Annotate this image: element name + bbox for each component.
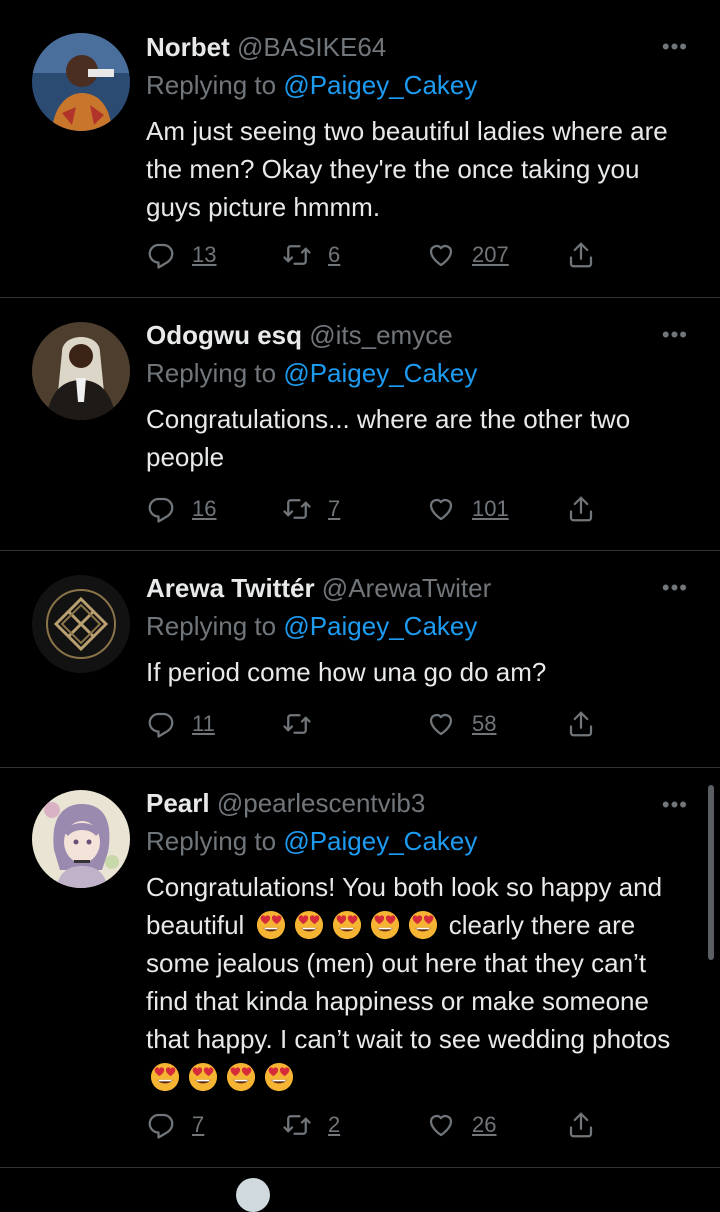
replying-to: Replying to @Paigey_Cakey [146, 609, 690, 643]
like-count: 207 [472, 242, 509, 267]
tweet-actions: 11 58 [146, 709, 606, 743]
heart-eyes-emoji-icon [370, 910, 400, 940]
tweet-3[interactable]: Arewa Twittér @ArewaTwiter Replying to @… [0, 551, 720, 767]
retweet-icon [282, 709, 312, 739]
username[interactable]: @ArewaTwiter [322, 573, 491, 603]
display-name[interactable]: Norbet [146, 32, 230, 62]
like-count: 26 [472, 1112, 497, 1137]
heart-icon [426, 709, 456, 739]
more-options-icon[interactable]: ••• [662, 322, 688, 348]
like-count: 101 [472, 496, 509, 521]
heart-icon [426, 240, 456, 270]
heart-eyes-emoji-icon [188, 1062, 218, 1092]
share-icon [566, 494, 596, 524]
tweet-actions: 13 6 207 [146, 240, 606, 274]
tweet-actions: 7 2 26 [146, 1110, 606, 1144]
like-button[interactable]: 26 [426, 1110, 496, 1140]
tweet-4[interactable]: Pearl @pearlescentvib3 Replying to @Paig… [0, 768, 720, 1168]
retweet-button[interactable]: 6 [282, 240, 340, 270]
reply-button[interactable]: 13 [146, 240, 216, 270]
heart-eyes-emoji-icon [226, 1062, 256, 1092]
replying-to-label: Replying to [146, 611, 277, 641]
retweet-count: 7 [328, 496, 341, 521]
replying-to: Replying to @Paigey_Cakey [146, 356, 690, 390]
replying-to: Replying to @Paigey_Cakey [146, 824, 690, 858]
avatar[interactable] [32, 575, 130, 673]
replying-to-label: Replying to [146, 70, 277, 100]
tweet-2[interactable]: Odogwu esq @its_emyce Replying to @Paige… [0, 298, 720, 550]
reply-icon [146, 494, 176, 524]
like-button[interactable]: 207 [426, 240, 509, 270]
reply-count: 7 [192, 1112, 205, 1137]
like-button[interactable]: 101 [426, 494, 509, 524]
tweet-text: Congratulations... where are the other t… [146, 404, 631, 472]
share-button[interactable] [566, 1110, 596, 1140]
heart-eyes-emoji-icon [332, 910, 362, 940]
replying-to-label: Replying to [146, 358, 277, 388]
retweet-icon [282, 1110, 312, 1140]
retweet-count: 6 [328, 242, 341, 267]
mention-link[interactable]: @Paigey_Cakey [283, 826, 477, 856]
heart-eyes-emoji-icon [256, 910, 286, 940]
tweet-text: Am just seeing two beautiful ladies wher… [146, 116, 668, 222]
avatar[interactable] [32, 322, 130, 420]
mention-link[interactable]: @Paigey_Cakey [283, 611, 477, 641]
display-name[interactable]: Odogwu esq [146, 320, 302, 350]
share-icon [566, 1110, 596, 1140]
heart-eyes-emoji-icon [150, 1062, 180, 1092]
heart-icon [426, 1110, 456, 1140]
share-icon [566, 240, 596, 270]
username[interactable]: @its_emyce [309, 320, 452, 350]
retweet-icon [282, 240, 312, 270]
reply-icon [146, 709, 176, 739]
retweet-count: 2 [328, 1112, 341, 1137]
divider [0, 1167, 720, 1168]
more-options-icon[interactable]: ••• [662, 792, 688, 818]
retweet-button[interactable]: 7 [282, 494, 340, 524]
username[interactable]: @BASIKE64 [237, 32, 386, 62]
heart-eyes-emoji-icon [264, 1062, 294, 1092]
tweet-header: Odogwu esq @its_emyce [146, 318, 690, 352]
tweet-header: Arewa Twittér @ArewaTwiter [146, 571, 690, 605]
avatar[interactable] [32, 790, 130, 888]
tweet-text: Congratulations! You both look so happy … [146, 868, 690, 1096]
reply-count: 11 [192, 711, 215, 736]
tweet-text: If period come how una go do am? [146, 657, 547, 687]
display-name[interactable]: Pearl [146, 788, 210, 818]
retweet-button[interactable] [282, 709, 312, 739]
heart-eyes-emoji-icon [294, 910, 324, 940]
tweet-1[interactable]: Norbet @BASIKE64 Replying to @Paigey_Cak… [0, 0, 720, 298]
like-button[interactable]: 58 [426, 709, 496, 739]
display-name[interactable]: Arewa Twittér [146, 573, 315, 603]
avatar[interactable] [32, 33, 130, 131]
share-button[interactable] [566, 709, 596, 739]
mention-link[interactable]: @Paigey_Cakey [283, 70, 477, 100]
scrollbar[interactable] [708, 785, 714, 960]
reply-count: 13 [192, 242, 217, 267]
username[interactable]: @pearlescentvib3 [217, 788, 426, 818]
heart-eyes-emoji-icon [408, 910, 438, 940]
share-button[interactable] [566, 240, 596, 270]
share-icon [566, 709, 596, 739]
reply-icon [146, 1110, 176, 1140]
mention-link[interactable]: @Paigey_Cakey [283, 358, 477, 388]
reply-button[interactable]: 11 [146, 709, 215, 739]
next-avatar[interactable] [236, 1178, 270, 1212]
retweet-button[interactable]: 2 [282, 1110, 340, 1140]
reply-icon [146, 240, 176, 270]
retweet-icon [282, 494, 312, 524]
more-options-icon[interactable]: ••• [662, 34, 688, 60]
heart-icon [426, 494, 456, 524]
tweet-header: Pearl @pearlescentvib3 [146, 786, 690, 820]
tweet-header: Norbet @BASIKE64 [146, 30, 690, 64]
tweet-actions: 16 7 101 [146, 494, 606, 528]
share-button[interactable] [566, 494, 596, 524]
reply-button[interactable]: 16 [146, 494, 216, 524]
reply-count: 16 [192, 496, 217, 521]
replying-to: Replying to @Paigey_Cakey [146, 68, 690, 102]
more-options-icon[interactable]: ••• [662, 575, 688, 601]
like-count: 58 [472, 711, 497, 736]
reply-button[interactable]: 7 [146, 1110, 204, 1140]
replying-to-label: Replying to [146, 826, 277, 856]
